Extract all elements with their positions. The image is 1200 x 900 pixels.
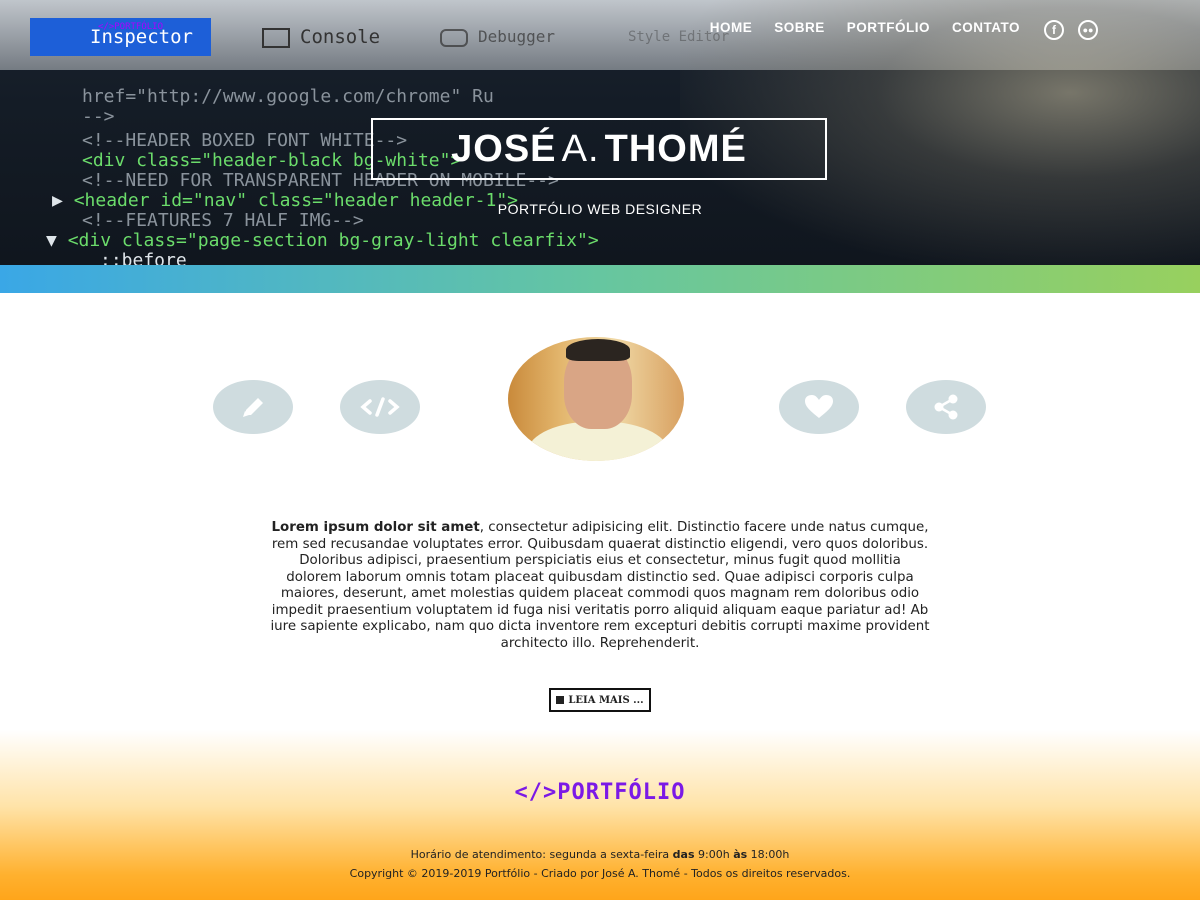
footer-logo[interactable]: </>PORTFÓLIO [0,780,1200,805]
heart-icon-button[interactable] [779,380,859,434]
devtools-tab-console: Console [262,18,380,56]
share-icon [934,394,958,420]
code-line: --> [82,106,115,127]
social-links: f ●● [1044,20,1098,40]
about-text: Lorem ipsum dolor sit amet, consectetur … [270,520,930,652]
pencil-icon [243,398,263,417]
code-line: ▼ <div class="page-section bg-gray-light… [46,230,599,251]
about-body: , consectetur adipisicing elit. Distinct… [270,520,930,651]
nav-sobre[interactable]: SOBRE [774,20,825,35]
about-lead: Lorem ipsum dolor sit amet [271,520,480,535]
hero-section: Inspector Console Debugger Style Editor … [0,0,1200,265]
code-icon-button[interactable] [340,380,420,434]
discord-icon[interactable]: ●● [1078,20,1098,40]
code-line: <!--HEADER BOXED FONT WHITE--> [82,130,408,151]
footer-hours: Horário de atendimento: segunda a sexta-… [410,848,790,861]
main-nav: HOME SOBRE PORTFÓLIO CONTATO [710,20,1020,35]
nav-contato[interactable]: CONTATO [952,20,1020,35]
facebook-icon[interactable]: f [1044,20,1064,40]
pencil-icon-button[interactable] [213,380,293,434]
nav-portfolio[interactable]: PORTFÓLIO [847,20,930,35]
code-line: ::before [100,250,187,265]
code-icon [360,397,400,417]
code-line: href="http://www.google.com/chrome" Ru [82,86,494,107]
book-icon [556,696,565,704]
heart-icon [805,395,833,418]
devtools-badge: </>PORTFÓLIO [98,22,164,32]
devtools-tab-debugger: Debugger [440,18,555,56]
share-icon-button[interactable] [906,380,986,434]
profile-avatar [508,337,684,461]
footer-copyright: Copyright © 2019-2019 Portfólio - Criado… [349,867,851,880]
debugger-icon [440,28,468,47]
hero-gradient-bar [0,265,1200,293]
read-more-button[interactable]: LEIA MAIS ... [549,688,651,712]
nav-home[interactable]: HOME [710,20,753,35]
hero-title: JOSÉ A. THOMÉ [371,118,827,180]
console-icon [262,27,290,48]
hero-subtitle: PORTFÓLIO WEB DESIGNER [497,201,703,217]
